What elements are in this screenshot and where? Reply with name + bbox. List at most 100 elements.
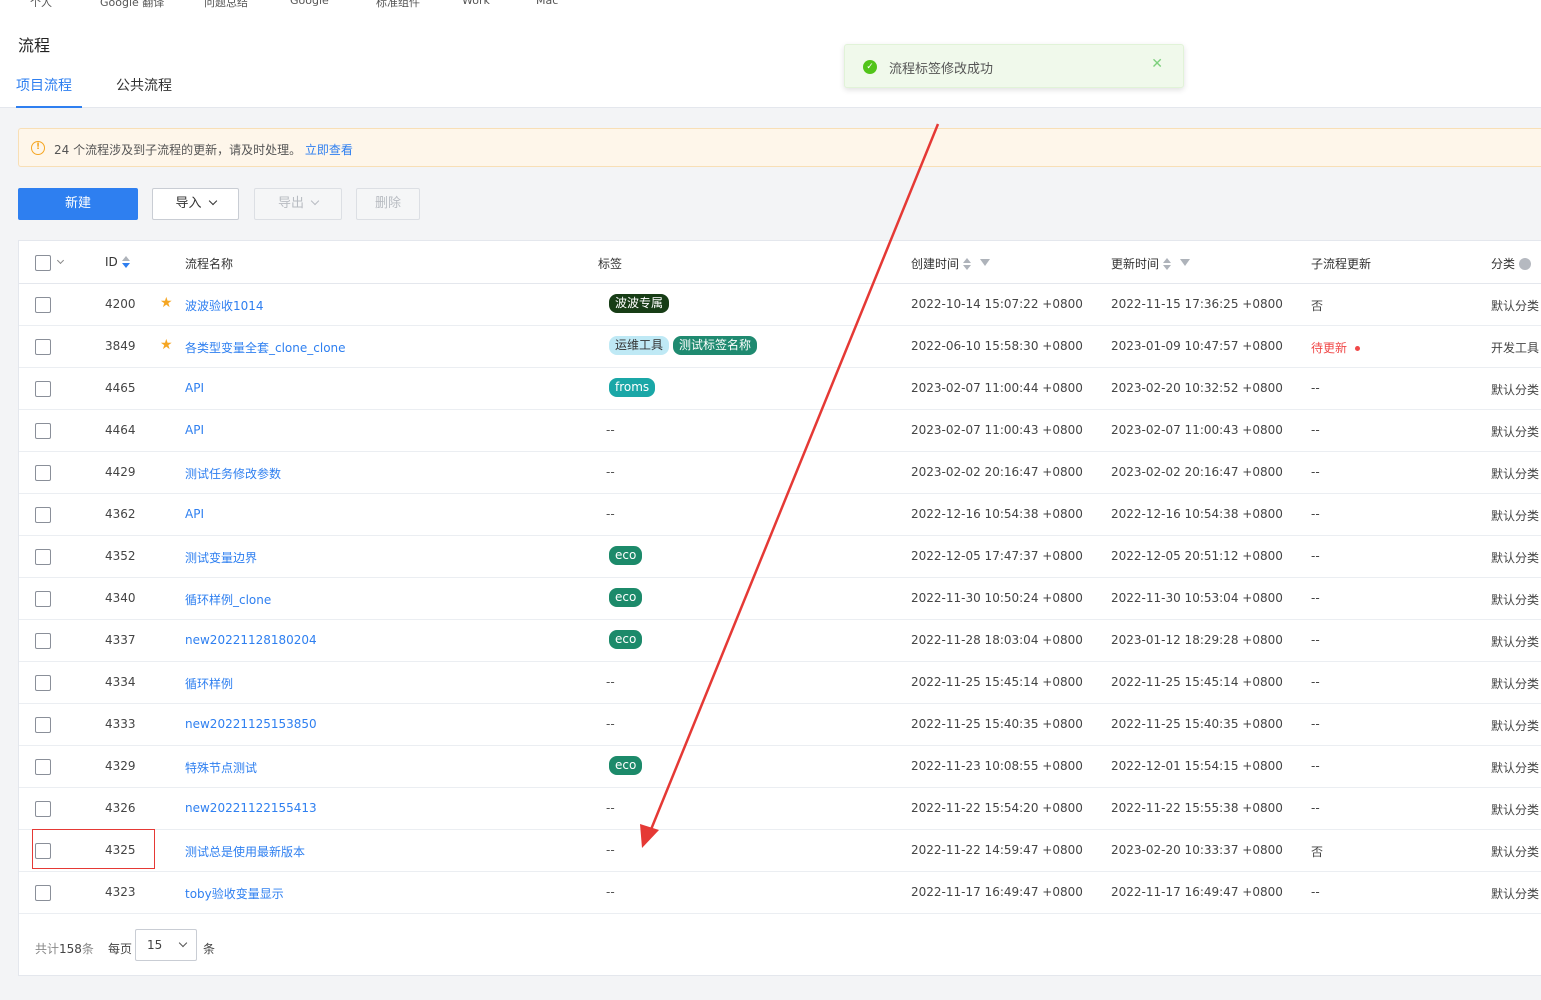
flow-name-link[interactable]: API (185, 423, 204, 437)
table-row[interactable]: 4334 循环样例 -- 2022-11-25 15:45:14 +0800 2022-… (19, 662, 1541, 704)
chevron-down-icon (208, 196, 217, 206)
tab-public-flows[interactable]: 公共流程 (116, 76, 172, 108)
tag-badge[interactable]: eco (609, 588, 643, 607)
page-size-select[interactable]: 15 (135, 929, 197, 961)
row-checkbox[interactable] (35, 507, 51, 523)
flow-name-link[interactable]: 测试变量边界 (185, 549, 257, 566)
tag-badge[interactable]: eco (609, 756, 643, 775)
flow-name-link[interactable]: 特殊节点测试 (185, 759, 257, 776)
import-button[interactable]: 导入 (152, 188, 239, 220)
flow-name-link[interactable]: new20221122155413 (185, 801, 317, 815)
column-id[interactable]: ID (105, 255, 131, 269)
bookmark-item[interactable]: Google 翻译 (100, 0, 164, 10)
total-prefix: 共计 (35, 942, 60, 956)
flow-name-link[interactable]: new20221125153850 (185, 717, 317, 731)
tag-badge[interactable]: froms (609, 378, 656, 397)
table-row[interactable]: 4362 API -- 2022-12-16 10:54:38 +0800 2022-1… (19, 494, 1541, 536)
table-row[interactable]: 4340 循环样例_clone eco 2022-11-30 10:50:24 +08… (19, 578, 1541, 620)
sort-icon[interactable] (1163, 257, 1172, 270)
bookmark-item[interactable]: Mac (536, 0, 558, 7)
row-checkbox[interactable] (35, 759, 51, 775)
chevron-down-icon[interactable] (56, 256, 65, 265)
table-row[interactable]: 4329 特殊节点测试 eco 2022-11-23 10:08:55 +0800 20… (19, 746, 1541, 788)
subflow-status: -- (1311, 549, 1320, 563)
tag-badge[interactable]: 运维工具 (609, 336, 670, 355)
empty-tags: -- (606, 885, 615, 899)
flow-name-link[interactable]: 测试总是使用最新版本 (185, 843, 305, 860)
flow-name-link[interactable]: API (185, 381, 204, 395)
pagination: 共计158条 每页 15 条 (19, 916, 619, 961)
star-icon[interactable]: ★ (160, 295, 173, 311)
tag-badge[interactable]: eco (609, 546, 643, 565)
row-checkbox[interactable] (35, 717, 51, 733)
new-button[interactable]: 新建 (18, 188, 138, 220)
row-checkbox[interactable] (35, 633, 51, 649)
flow-name-link[interactable]: new20221128180204 (185, 633, 317, 647)
info-icon[interactable] (1519, 257, 1532, 270)
bookmark-item[interactable]: 问题总结 (204, 0, 248, 10)
table-row[interactable]: 4325 测试总是使用最新版本 -- 2022-11-22 14:59:47 +080… (19, 830, 1541, 872)
flow-name-link[interactable]: API (185, 507, 204, 521)
updated-time: 2022-12-05 20:51:12 +0800 (1111, 549, 1283, 563)
table-row[interactable]: 4333 new20221125153850 -- 2022-11-25 15:40:… (19, 704, 1541, 746)
tag-badge[interactable]: 测试标签名称 (673, 336, 758, 355)
row-checkbox[interactable] (35, 339, 51, 355)
delete-button[interactable]: 删除 (356, 188, 420, 220)
table-row[interactable]: 4352 测试变量边界 eco 2022-12-05 17:47:37 +0800 20… (19, 536, 1541, 578)
row-checkbox[interactable] (35, 801, 51, 817)
table-row[interactable]: 4200 ★ 波波验收1014 波波专属 2022-10-14 15:07:22 +08… (19, 284, 1541, 326)
view-now-link[interactable]: 立即查看 (305, 143, 353, 157)
row-checkbox[interactable] (35, 843, 51, 859)
table-row[interactable]: 3849 ★ 各类型变量全套_clone_clone 运维工具 测试标签名称 2022-0… (19, 326, 1541, 368)
created-time: 2023-02-02 20:16:47 +0800 (911, 465, 1083, 479)
export-button[interactable]: 导出 (254, 188, 342, 220)
row-checkbox[interactable] (35, 381, 51, 397)
flow-id: 4464 (105, 423, 136, 437)
star-icon[interactable]: ★ (160, 337, 173, 353)
bookmark-item[interactable]: Google (290, 0, 329, 7)
subflow-status: -- (1311, 633, 1320, 647)
table-row[interactable]: 4326 new20221122155413 -- 2022-11-22 15:54:… (19, 788, 1541, 830)
bookmark-item[interactable]: Work (462, 0, 490, 7)
column-updated[interactable]: 更新时间 (1111, 255, 1191, 272)
flow-name-link[interactable]: 各类型变量全套_clone_clone (185, 339, 346, 356)
sort-icon[interactable] (121, 255, 131, 268)
filter-icon[interactable] (980, 259, 991, 266)
table-row[interactable]: 4323 toby验收变量显示 -- 2022-11-17 16:49:47 +080… (19, 872, 1541, 914)
total-suffix: 条 (81, 942, 94, 956)
row-checkbox[interactable] (35, 297, 51, 313)
created-time: 2022-11-25 15:45:14 +0800 (911, 675, 1083, 689)
empty-tags: -- (606, 675, 615, 689)
filter-icon[interactable] (1180, 259, 1191, 266)
row-checkbox[interactable] (35, 675, 51, 691)
select-all-checkbox[interactable] (35, 255, 51, 271)
row-checkbox[interactable] (35, 885, 51, 901)
table-row[interactable]: 4465 API froms 2023-02-07 11:00:44 +0800 202… (19, 368, 1541, 410)
bookmark-item[interactable]: 个人 (30, 0, 52, 10)
table-row[interactable]: 4429 测试任务修改参数 -- 2023-02-02 20:16:47 +0800 2… (19, 452, 1541, 494)
flow-name-link[interactable]: 波波验收1014 (185, 297, 264, 314)
notice-text: 24 个流程涉及到子流程的更新，请及时处理。 (54, 143, 302, 157)
created-time: 2022-10-14 15:07:22 +0800 (911, 297, 1083, 311)
tag-badge[interactable]: eco (609, 630, 643, 649)
flow-name-link[interactable]: toby验收变量显示 (185, 885, 284, 902)
table-row[interactable]: 4464 API -- 2023-02-07 11:00:43 +0800 2023-0… (19, 410, 1541, 452)
created-time: 2022-11-30 10:50:24 +0800 (911, 591, 1083, 605)
row-checkbox[interactable] (35, 549, 51, 565)
bookmark-item[interactable]: 标准组件 (376, 0, 420, 10)
flow-name-link[interactable]: 测试任务修改参数 (185, 465, 281, 482)
flow-name-link[interactable]: 循环样例_clone (185, 591, 271, 608)
tag-badge[interactable]: 波波专属 (609, 294, 670, 313)
flow-name-link[interactable]: 循环样例 (185, 675, 233, 692)
tab-project-flows[interactable]: 项目流程 (16, 76, 82, 108)
sort-icon[interactable] (963, 257, 972, 270)
flow-id: 4340 (105, 591, 136, 605)
column-created[interactable]: 创建时间 (911, 255, 991, 272)
category: 默认分类 (1491, 467, 1540, 481)
table-row[interactable]: 4337 new20221128180204 eco 2022-11-28 18:03… (19, 620, 1541, 662)
row-checkbox[interactable] (35, 423, 51, 439)
category: 默认分类 (1491, 677, 1540, 691)
row-checkbox[interactable] (35, 591, 51, 607)
row-checkbox[interactable] (35, 465, 51, 481)
close-icon[interactable]: ✕ (1151, 56, 1163, 72)
